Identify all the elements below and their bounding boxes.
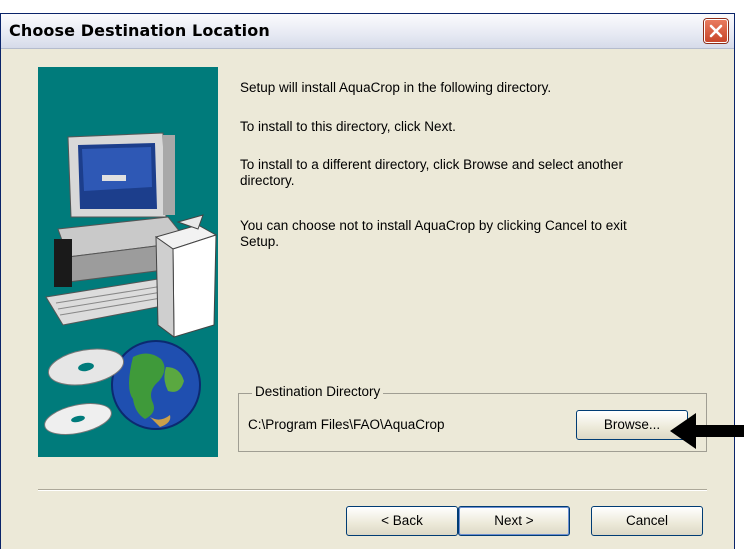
- cancel-button[interactable]: Cancel: [591, 506, 703, 536]
- destination-directory-label: Destination Directory: [252, 384, 384, 399]
- cancel-instruction-text: You can choose not to install AquaCrop b…: [240, 218, 627, 233]
- next-button[interactable]: Next >: [458, 506, 570, 536]
- setup-banner-image: [38, 67, 218, 457]
- close-button[interactable]: [704, 19, 728, 43]
- browse-instruction-text: To install to a different directory, cli…: [240, 157, 623, 172]
- window-title: Choose Destination Location: [9, 21, 270, 40]
- next-instruction-text: To install to this directory, click Next…: [240, 119, 456, 134]
- cancel-instruction-text-2: Setup.: [240, 234, 280, 249]
- intro-text: Setup will install AquaCrop in the follo…: [240, 80, 552, 95]
- browse-instruction-text-2: directory.: [240, 173, 295, 188]
- globe-icon: [111, 340, 201, 430]
- back-button[interactable]: < Back: [346, 506, 458, 536]
- title-bar[interactable]: Choose Destination Location: [1, 14, 734, 49]
- destination-path-text: C:\Program Files\FAO\AquaCrop: [248, 417, 445, 432]
- arrow-icon: [670, 413, 744, 449]
- computer-icon: [45, 132, 218, 339]
- separator-line: [38, 489, 707, 491]
- close-icon: [709, 24, 723, 38]
